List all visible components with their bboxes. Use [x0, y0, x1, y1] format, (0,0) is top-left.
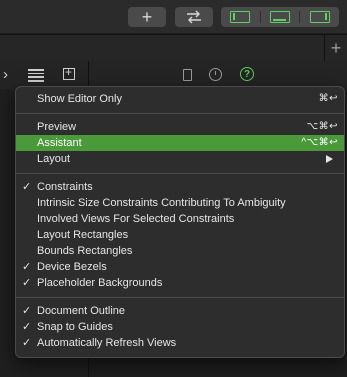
jump-bar: › ?	[0, 61, 347, 89]
menu-separator	[16, 173, 344, 174]
menu-item-label: Document Outline	[37, 305, 126, 317]
menu-item-shortcut: ⌘↩	[318, 93, 338, 104]
panel-toggle-group	[221, 7, 339, 27]
menu-item-label: Involved Views For Selected Constraints	[37, 213, 235, 225]
menu-item-layout-rectangles[interactable]: Layout Rectangles	[16, 227, 344, 243]
editor-options-icon[interactable]	[28, 69, 44, 82]
menu-separator	[16, 113, 344, 114]
menu-item-constraints[interactable]: ✓ Constraints	[16, 179, 344, 195]
menu-item-layout[interactable]: Layout	[16, 151, 344, 167]
right-panel-icon	[309, 11, 330, 23]
checkmark-icon: ✓	[22, 181, 32, 193]
add-button[interactable]: +	[128, 7, 166, 27]
toggle-inspector-button[interactable]	[300, 11, 339, 23]
menu-item-device-bezels[interactable]: ✓ Device Bezels	[16, 259, 344, 275]
tab-strip: +	[0, 34, 347, 62]
add-tab-button[interactable]: +	[324, 35, 347, 61]
bottom-panel-icon	[270, 11, 290, 23]
menu-item-label: Placeholder Backgrounds	[37, 277, 163, 289]
submenu-arrow-icon	[326, 155, 333, 163]
menu-item-preview[interactable]: Preview ⌥⌘↩	[16, 119, 344, 135]
menu-item-shortcut: ⌥⌘↩	[306, 121, 338, 132]
menu-item-document-outline[interactable]: ✓ Document Outline	[16, 303, 344, 319]
menu-item-label: Assistant	[37, 137, 82, 149]
menu-item-show-editor-only[interactable]: Show Editor Only ⌘↩	[16, 91, 344, 107]
chevron-right-icon[interactable]: ›	[3, 66, 8, 83]
menu-item-label: Layout Rectangles	[37, 229, 129, 241]
menu-item-label: Automatically Refresh Views	[37, 337, 177, 349]
menu-item-label: Preview	[37, 121, 77, 133]
menu-item-label: Intrinsic Size Constraints Contributing …	[37, 197, 286, 209]
swap-arrows-icon	[187, 10, 201, 24]
checkmark-icon: ✓	[22, 277, 32, 289]
editor-options-menu: Show Editor Only ⌘↩ Preview ⌥⌘↩ Assistan…	[15, 86, 345, 358]
add-editor-icon[interactable]	[63, 65, 75, 80]
quick-help-icon[interactable]: ?	[240, 67, 254, 81]
menu-item-shortcut: ^⌥⌘↩	[301, 137, 338, 148]
left-panel-icon	[230, 11, 251, 23]
history-inspector-icon[interactable]	[209, 68, 222, 81]
toggle-navigator-button[interactable]	[221, 11, 261, 23]
menu-item-intrinsic-size[interactable]: Intrinsic Size Constraints Contributing …	[16, 195, 344, 211]
menu-item-snap-to-guides[interactable]: ✓ Snap to Guides	[16, 319, 344, 335]
checkmark-icon: ✓	[22, 305, 32, 317]
menu-separator	[16, 297, 344, 298]
menu-item-label: Device Bezels	[37, 261, 107, 273]
swap-button[interactable]	[175, 7, 213, 27]
checkmark-icon: ✓	[22, 321, 32, 333]
checkmark-icon: ✓	[22, 261, 32, 273]
menu-item-label: Layout	[37, 153, 71, 165]
menu-item-placeholder-backgrounds[interactable]: ✓ Placeholder Backgrounds	[16, 275, 344, 291]
menu-item-label: Snap to Guides	[37, 321, 113, 333]
menu-item-assistant[interactable]: Assistant ^⌥⌘↩	[16, 135, 344, 151]
checkmark-icon: ✓	[22, 337, 32, 349]
toolbar: +	[0, 0, 347, 33]
divider	[88, 61, 89, 89]
menu-item-auto-refresh[interactable]: ✓ Automatically Refresh Views	[16, 335, 344, 351]
menu-item-label: Show Editor Only	[37, 93, 122, 105]
toggle-debug-area-button[interactable]	[261, 11, 301, 23]
menu-item-label: Constraints	[37, 181, 93, 193]
menu-item-bounds-rectangles[interactable]: Bounds Rectangles	[16, 243, 344, 259]
menu-item-involved-views[interactable]: Involved Views For Selected Constraints	[16, 211, 344, 227]
file-inspector-icon[interactable]	[183, 69, 192, 81]
menu-item-label: Bounds Rectangles	[37, 245, 133, 257]
